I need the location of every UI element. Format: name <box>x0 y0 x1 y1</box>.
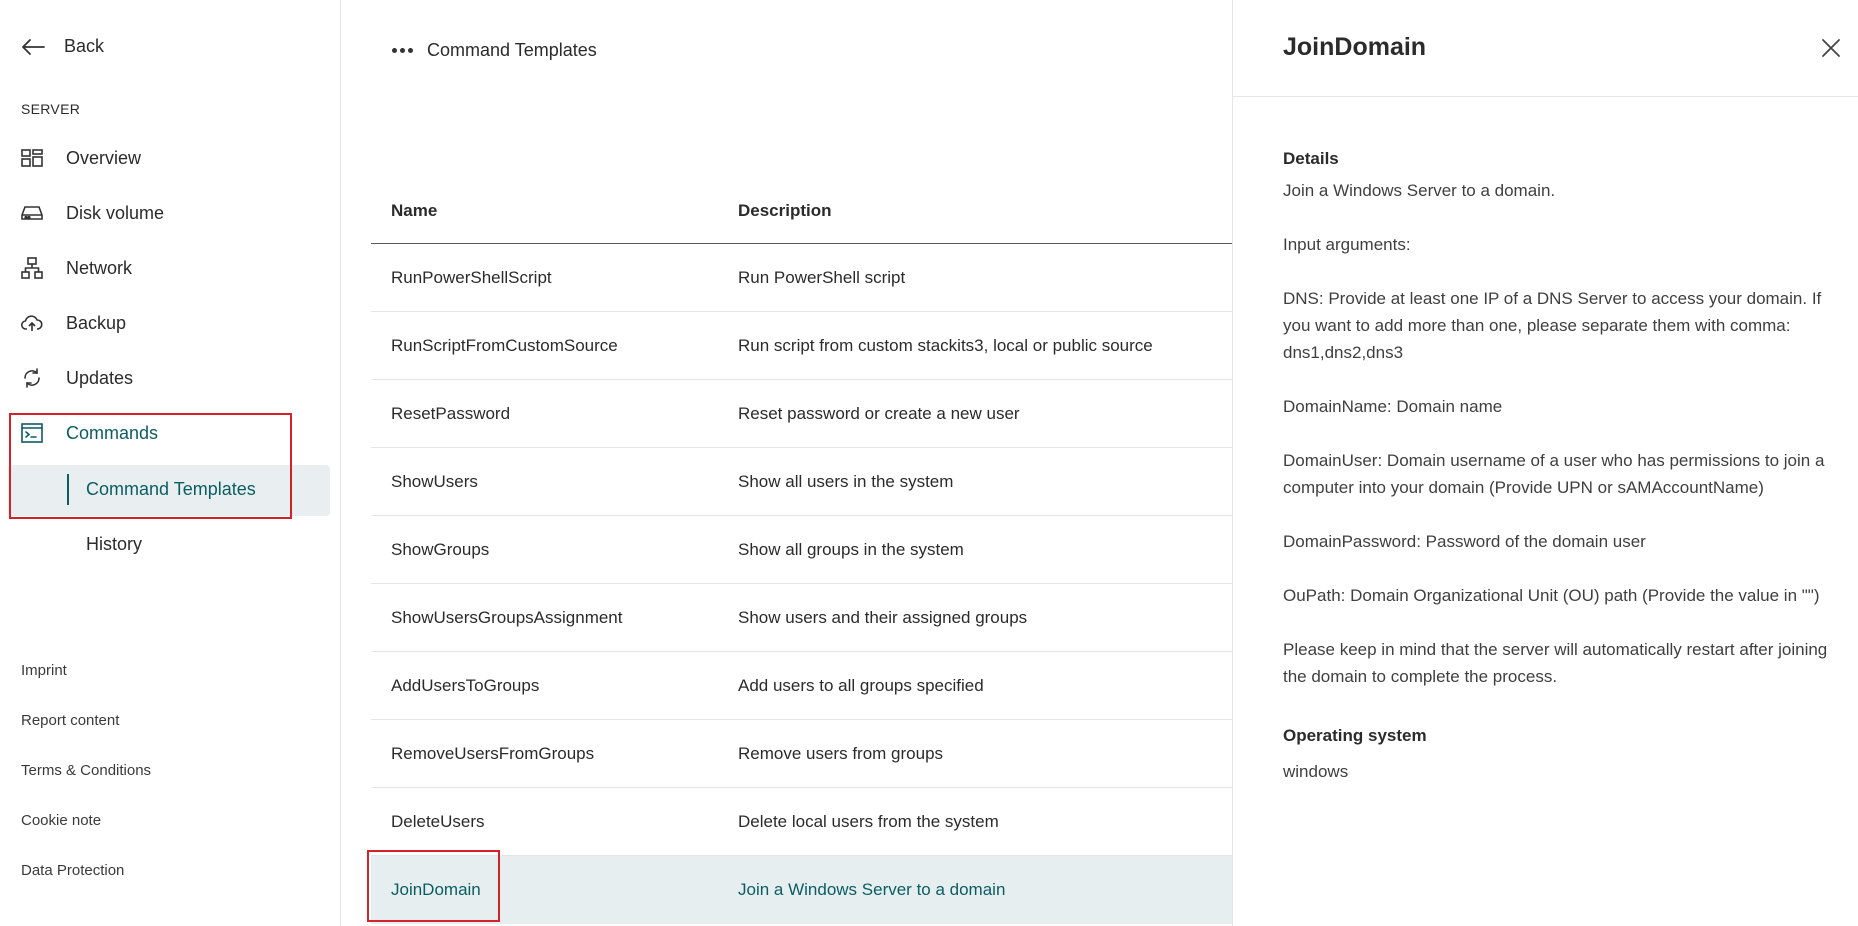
footer-link-imprint[interactable]: Imprint <box>21 662 67 679</box>
refresh-icon <box>20 366 44 390</box>
row-description: Show all users in the system <box>738 471 954 491</box>
table-row[interactable]: ResetPassword Reset password or create a… <box>371 380 1232 448</box>
table-row[interactable]: ShowUsersGroupsAssignment Show users and… <box>371 584 1232 652</box>
back-label: Back <box>64 36 105 56</box>
row-description: Remove users from groups <box>738 743 944 763</box>
row-name: RemoveUsersFromGroups <box>391 743 595 763</box>
panel-title: JoinDomain <box>1283 33 1427 61</box>
footer-link-terms[interactable]: Terms & Conditions <box>21 762 151 779</box>
panel-header: JoinDomain <box>1233 0 1858 97</box>
footer-link-data-protection[interactable]: Data Protection <box>21 862 124 879</box>
details-heading: Details <box>1283 149 1339 168</box>
details-panel: JoinDomain Details Join a Windows Server… <box>1232 0 1858 926</box>
dashboard-grid-icon <box>20 146 44 170</box>
table-row[interactable]: RunScriptFromCustomSource Run script fro… <box>371 312 1232 380</box>
highlight-box-commands <box>9 413 292 519</box>
table-row[interactable]: DeleteUsers Delete local users from the … <box>371 788 1232 856</box>
disk-drive-icon <box>20 201 44 225</box>
table-row[interactable]: RemoveUsersFromGroups Remove users from … <box>371 720 1232 788</box>
nav-item-network[interactable]: Network <box>20 256 132 280</box>
breadcrumb: Command Templates <box>392 40 597 61</box>
row-description: Join a Windows Server to a domain <box>738 880 1006 899</box>
footer-link-cookie-note[interactable]: Cookie note <box>21 812 101 829</box>
network-icon <box>20 256 44 280</box>
row-name: AddUsersToGroups <box>391 675 540 695</box>
table-header: Name Description <box>371 178 1232 244</box>
row-name: RunPowerShellScript <box>391 267 552 287</box>
main-content: Command Templates Name Description RunPo… <box>342 0 1232 926</box>
table-row[interactable]: ShowUsers Show all users in the system <box>371 448 1232 516</box>
section-label: SERVER <box>21 101 81 117</box>
back-button[interactable]: Back <box>20 36 104 57</box>
table-row[interactable]: ShowGroups Show all groups in the system <box>371 516 1232 584</box>
row-description: Run script from custom stackits3, local … <box>738 335 1153 355</box>
table-row[interactable]: RunPowerShellScript Run PowerShell scrip… <box>371 244 1232 312</box>
row-description: Run PowerShell script <box>738 267 906 287</box>
row-name: ShowUsers <box>391 471 478 491</box>
column-header-description[interactable]: Description <box>738 201 1232 221</box>
row-description: Add users to all groups specified <box>738 675 984 695</box>
nav-label: Updates <box>66 367 134 388</box>
nav-label: Disk volume <box>66 202 165 223</box>
sidebar: Back SERVER Overview Disk volume Network… <box>0 0 341 926</box>
more-dots-icon[interactable] <box>392 48 413 53</box>
footer-link-report-content[interactable]: Report content <box>21 712 119 729</box>
nav-label: Overview <box>66 147 142 168</box>
table-row-selected[interactable]: JoinDomain Join a Windows Server to a do… <box>371 856 1232 924</box>
nav-label: Backup <box>66 312 127 333</box>
nav-item-backup[interactable]: Backup <box>20 311 126 335</box>
nav-item-overview[interactable]: Overview <box>20 146 141 170</box>
row-name: ShowGroups <box>391 539 490 559</box>
nav-item-disk-volume[interactable]: Disk volume <box>20 201 164 225</box>
row-name: ShowUsersGroupsAssignment <box>391 607 623 627</box>
row-description: Delete local users from the system <box>738 811 999 831</box>
sub-item-history[interactable]: History <box>86 534 142 555</box>
command-templates-table: Name Description RunPowerShellScript Run… <box>371 178 1232 924</box>
row-description: Show all groups in the system <box>738 539 964 559</box>
nav-label: Network <box>66 257 133 278</box>
row-description: Show users and their assigned groups <box>738 607 1028 627</box>
row-description: Reset password or create a new user <box>738 403 1020 423</box>
table-row[interactable]: AddUsersToGroups Add users to all groups… <box>371 652 1232 720</box>
os-heading: Operating system <box>1283 726 1427 745</box>
arrow-left-icon <box>22 38 45 55</box>
cloud-upload-icon <box>20 311 44 335</box>
nav-item-updates[interactable]: Updates <box>20 366 133 390</box>
panel-body: Details Join a Windows Server to a domai… <box>1283 149 1833 785</box>
row-name: DeleteUsers <box>391 811 485 831</box>
os-value: windows <box>1283 762 1349 781</box>
row-name: RunScriptFromCustomSource <box>391 335 618 355</box>
row-name: ResetPassword <box>391 403 511 423</box>
column-header-name[interactable]: Name <box>371 201 738 221</box>
highlight-box-joindomain <box>367 850 500 922</box>
breadcrumb-current: Command Templates <box>427 40 597 60</box>
close-icon[interactable] <box>1819 36 1843 60</box>
details-text: Join a Windows Server to a domain. Input… <box>1283 181 1828 686</box>
